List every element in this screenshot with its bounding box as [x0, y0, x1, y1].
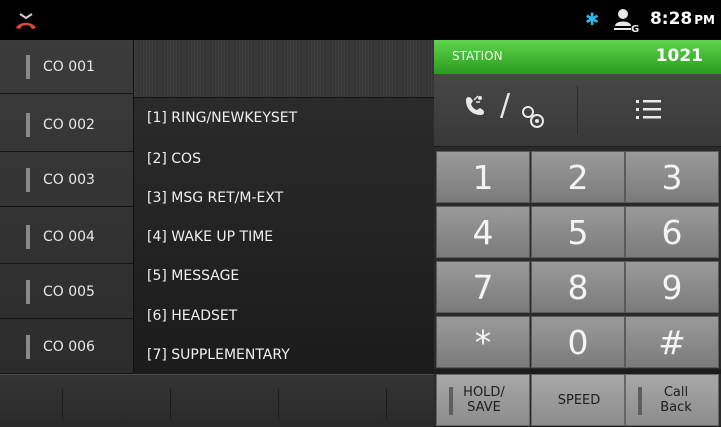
- co-line-button[interactable]: CO 001: [0, 40, 133, 94]
- key-0[interactable]: 0: [531, 316, 625, 368]
- bluetooth-icon: ✱: [585, 10, 600, 30]
- line-status-indicator: [26, 335, 30, 359]
- station-bar: STATION 1021: [434, 40, 721, 74]
- co-line-list: CO 001 CO 002 CO 003 CO 004 CO 005 CO 00…: [0, 40, 134, 374]
- line-status-indicator: [26, 280, 30, 304]
- call-back-button[interactable]: Call Back: [625, 374, 719, 426]
- divider: [170, 389, 171, 419]
- menu-item-supplementary[interactable]: [7] SUPPLEMENTARY: [147, 347, 290, 363]
- co-line-label: CO 006: [43, 339, 95, 355]
- dial-pad: 1 2 3 4 5 6 7 8 9 * 0 #: [434, 147, 721, 369]
- list-button[interactable]: [578, 74, 721, 146]
- co-line-label: CO 004: [43, 229, 95, 245]
- divider: [278, 389, 279, 419]
- hold-save-button[interactable]: HOLD/ SAVE: [436, 374, 530, 426]
- call-back-label: Call Back: [660, 385, 692, 415]
- key-6[interactable]: 6: [625, 206, 719, 258]
- speed-label: SPEED: [557, 393, 601, 408]
- menu-item-message[interactable]: [5] MESSAGE: [147, 268, 239, 284]
- menu-item-wake-up-time[interactable]: [4] WAKE UP TIME: [147, 229, 273, 245]
- clock-ampm: PM: [694, 13, 715, 27]
- co-line-button[interactable]: CO 006: [0, 320, 133, 374]
- station-number: 1021: [655, 46, 703, 66]
- key-star[interactable]: *: [436, 316, 530, 368]
- user-g-icon: G: [614, 9, 639, 33]
- menu-list: [1] RING/NEWKEYSET [2] COS [3] MSG RET/M…: [134, 40, 434, 373]
- softkey-row: HOLD/ SAVE SPEED Call Back: [434, 374, 721, 426]
- svg-text:G: G: [631, 24, 639, 33]
- menu-item-cos[interactable]: [2] COS: [147, 151, 201, 167]
- key-8[interactable]: 8: [531, 261, 625, 313]
- line-status-indicator: [26, 55, 30, 79]
- key-2[interactable]: 2: [531, 151, 625, 203]
- divider: [386, 389, 387, 419]
- clock: 8:28 PM: [650, 9, 715, 29]
- clock-time: 8:28: [649, 9, 693, 29]
- line-status-indicator: [638, 387, 642, 415]
- divider: [62, 389, 63, 419]
- key-9[interactable]: 9: [625, 261, 719, 313]
- line-status-indicator: [26, 168, 30, 192]
- handset-hangup-icon[interactable]: [14, 8, 38, 32]
- key-7[interactable]: 7: [436, 261, 530, 313]
- menu-item-ring-newkeyset[interactable]: [1] RING/NEWKEYSET: [147, 110, 297, 126]
- tool-row: /: [434, 74, 721, 146]
- line-status-indicator: [26, 225, 30, 249]
- hold-save-label: HOLD/ SAVE: [463, 385, 505, 415]
- menu-header: [134, 40, 434, 98]
- tool-separator: /: [500, 88, 511, 123]
- co-line-label: CO 003: [43, 172, 95, 188]
- key-5[interactable]: 5: [531, 206, 625, 258]
- co-line-button[interactable]: CO 003: [0, 153, 133, 207]
- key-1[interactable]: 1: [436, 151, 530, 203]
- gear-icon: [522, 106, 544, 128]
- key-3[interactable]: 3: [625, 151, 719, 203]
- co-line-button[interactable]: CO 005: [0, 265, 133, 319]
- key-hash[interactable]: #: [625, 316, 719, 368]
- list-icon: [636, 100, 661, 119]
- line-status-indicator: [26, 113, 30, 137]
- status-bar: ✱ G 8:28 PM: [0, 0, 721, 40]
- co-line-label: CO 002: [43, 117, 95, 133]
- menu-item-msg-ret[interactable]: [3] MSG RET/M-EXT: [147, 190, 283, 206]
- key-4[interactable]: 4: [436, 206, 530, 258]
- speed-button[interactable]: SPEED: [531, 374, 625, 426]
- co-line-button[interactable]: CO 002: [0, 98, 133, 152]
- co-line-label: CO 001: [43, 59, 95, 75]
- bottom-key-strip: [0, 374, 434, 427]
- station-label: STATION: [452, 49, 503, 63]
- co-line-button[interactable]: CO 004: [0, 210, 133, 264]
- call-settings-button[interactable]: /: [434, 74, 577, 146]
- menu-item-headset[interactable]: [6] HEADSET: [147, 308, 237, 324]
- co-line-label: CO 005: [43, 284, 95, 300]
- line-status-indicator: [449, 387, 453, 415]
